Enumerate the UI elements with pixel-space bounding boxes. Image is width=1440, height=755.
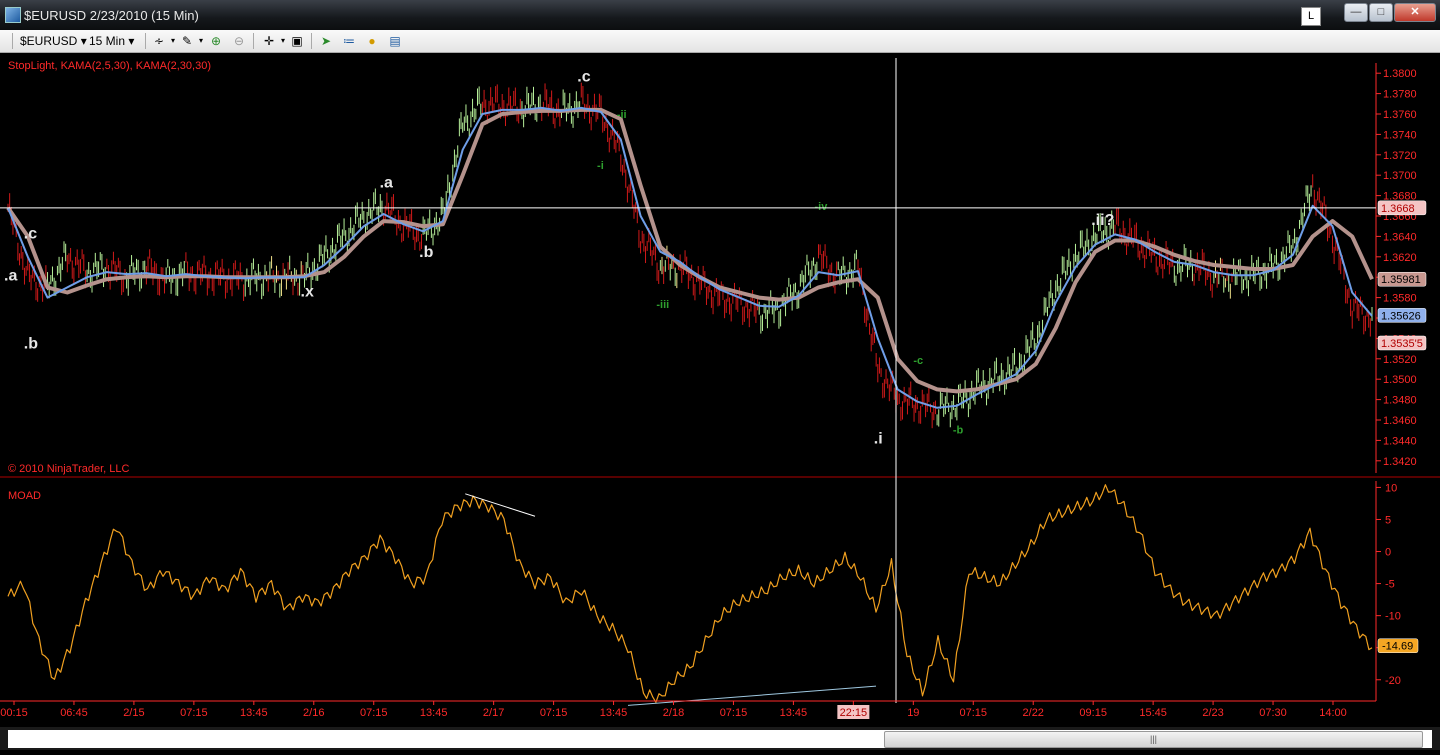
moad-tick-label: -5 xyxy=(1385,579,1395,591)
chart-toolbar: $EURUSD ▾ 15 Min ▾ ∻ ▾ ✎ ▾ ⊕ ⊖ ✛ ▾ ▣ ➤ ≔… xyxy=(0,30,1440,53)
time-tick-label: 07:15 xyxy=(180,707,208,719)
moad-label: MOAD xyxy=(8,490,41,502)
time-tick-label: 2/22 xyxy=(1023,707,1044,719)
time-tick-label: 06:45 xyxy=(60,707,88,719)
time-tick-label: 07:15 xyxy=(960,707,988,719)
properties-icon[interactable]: ▤ xyxy=(387,33,403,49)
minimize-button[interactable]: — xyxy=(1344,3,1368,22)
moad-tick-label: 0 xyxy=(1385,547,1391,559)
price-flag-text: 1.3535'5 xyxy=(1381,338,1423,350)
price-tick-label: 1.3720 xyxy=(1383,150,1417,162)
price-tick-label: 1.3740 xyxy=(1383,129,1417,141)
zoom-in-icon[interactable]: ⊕ xyxy=(208,33,224,49)
price-tick-label: 1.3700 xyxy=(1383,170,1417,182)
chart-window-icon xyxy=(5,7,21,23)
copyright-label: © 2010 NinjaTrader, LLC xyxy=(8,463,129,475)
wave-label: .a xyxy=(4,267,17,284)
window-title: $EURUSD 2/23/2010 (15 Min) xyxy=(24,8,199,23)
indicator-label: StopLight, KAMA(2,5,30), KAMA(2,30,30) xyxy=(8,60,211,72)
time-tick-label: 13:45 xyxy=(240,707,268,719)
interval-label: 15 Min xyxy=(89,34,126,48)
title-bar: $EURUSD 2/23/2010 (15 Min) L — □ ✕ xyxy=(0,0,1440,30)
moad-tick-label: -10 xyxy=(1385,611,1401,623)
price-tick-label: 1.3480 xyxy=(1383,395,1417,407)
time-tick-label: 14:00 xyxy=(1319,707,1347,719)
price-tick-label: 1.3620 xyxy=(1383,252,1417,264)
toolbar-separator xyxy=(145,33,146,49)
moad-flag: -14.69 xyxy=(1377,638,1419,653)
wave-label: .c xyxy=(24,225,37,242)
horizontal-scrollbar[interactable]: ||| xyxy=(0,727,1440,750)
time-tick-label: 07:15 xyxy=(720,707,748,719)
close-button[interactable]: ✕ xyxy=(1394,3,1436,22)
zoom-out-icon[interactable]: ⊖ xyxy=(231,33,247,49)
wave-label: -b xyxy=(953,424,964,436)
time-tick-label: 2/17 xyxy=(483,707,504,719)
toolbar-separator xyxy=(253,33,254,49)
moad-tick-label: -20 xyxy=(1385,675,1401,687)
chevron-down-icon[interactable]: ▾ xyxy=(193,33,209,49)
wave-label: .x xyxy=(301,284,314,301)
time-tick-label: 2/16 xyxy=(303,707,324,719)
moad-tick-label: 10 xyxy=(1385,482,1397,494)
time-tick-label: 2/15 xyxy=(123,707,144,719)
toolbar-separator xyxy=(311,33,312,49)
data-box-icon[interactable]: ▣ xyxy=(289,33,305,49)
moad-last-flag-text: -14.69 xyxy=(1382,641,1413,653)
time-tick-label: 15:45 xyxy=(1139,707,1167,719)
price-flag-text: 1.3668 xyxy=(1381,203,1415,215)
time-tick-label: 13:45 xyxy=(600,707,628,719)
price-tick-label: 1.3780 xyxy=(1383,89,1417,101)
wave-label: .a xyxy=(380,174,393,191)
wave-label: -c xyxy=(913,355,923,367)
time-tick-label: 2/23 xyxy=(1202,707,1223,719)
time-tick-label: 00:15 xyxy=(0,707,28,719)
time-tick-label: 07:15 xyxy=(540,707,568,719)
wave-label: -ii xyxy=(617,109,627,121)
time-tick-label: 07:30 xyxy=(1259,707,1287,719)
strategies-icon[interactable]: ● xyxy=(364,33,380,49)
price-tick-label: 1.3800 xyxy=(1383,68,1417,80)
price-tick-label: 1.3520 xyxy=(1383,354,1417,366)
time-tick-label: 13:45 xyxy=(420,707,448,719)
price-tick-label: 1.3440 xyxy=(1383,435,1417,447)
order-entry-icon[interactable]: ➤ xyxy=(318,33,334,49)
price-flag-text: 1.35626 xyxy=(1381,310,1421,322)
wave-label: .i xyxy=(874,430,883,447)
maximize-button[interactable]: □ xyxy=(1369,3,1393,22)
instrument-selector[interactable]: $EURUSD ▾ xyxy=(20,33,87,49)
wave-label: -i xyxy=(597,160,604,172)
wave-label: .c xyxy=(577,68,590,85)
layout-lock-button[interactable]: L xyxy=(1301,7,1321,26)
cursor-time-label: 22:15 xyxy=(840,707,868,719)
time-tick-label: 13:45 xyxy=(780,707,808,719)
wave-label: -iii xyxy=(656,299,669,311)
toolbar-grip xyxy=(12,33,13,49)
price-flag-text: 1.35981 xyxy=(1381,274,1421,286)
price-tick-label: 1.3580 xyxy=(1383,293,1417,305)
chart-area[interactable]: 1.3800 1.3780 1.3760 1.3740 1.3720 1.3700 1.36… xyxy=(0,53,1440,725)
wave-label: -iv xyxy=(814,201,828,213)
time-tick-label: 19 xyxy=(907,707,919,719)
time-tick-label: 2/18 xyxy=(663,707,684,719)
price-tick-label: 1.3500 xyxy=(1383,374,1417,386)
interval-selector[interactable]: 15 Min ▾ xyxy=(89,33,134,49)
time-tick-label: 09:15 xyxy=(1079,707,1107,719)
wave-label: .ii? xyxy=(1091,212,1114,229)
wave-label: .b xyxy=(419,244,433,261)
price-tick-label: 1.3460 xyxy=(1383,415,1417,427)
price-tick-label: 1.3420 xyxy=(1383,456,1417,468)
wave-label: .b xyxy=(24,336,38,353)
price-tick-label: 1.3760 xyxy=(1383,109,1417,121)
instrument-label: $EURUSD xyxy=(20,34,78,48)
moad-tick-label: 5 xyxy=(1385,514,1391,526)
price-tick-label: 1.3640 xyxy=(1383,231,1417,243)
chart-background xyxy=(0,53,1440,725)
scroll-thumb[interactable]: ||| xyxy=(884,731,1423,748)
indicators-icon[interactable]: ≔ xyxy=(341,33,357,49)
time-tick-label: 07:15 xyxy=(360,707,388,719)
